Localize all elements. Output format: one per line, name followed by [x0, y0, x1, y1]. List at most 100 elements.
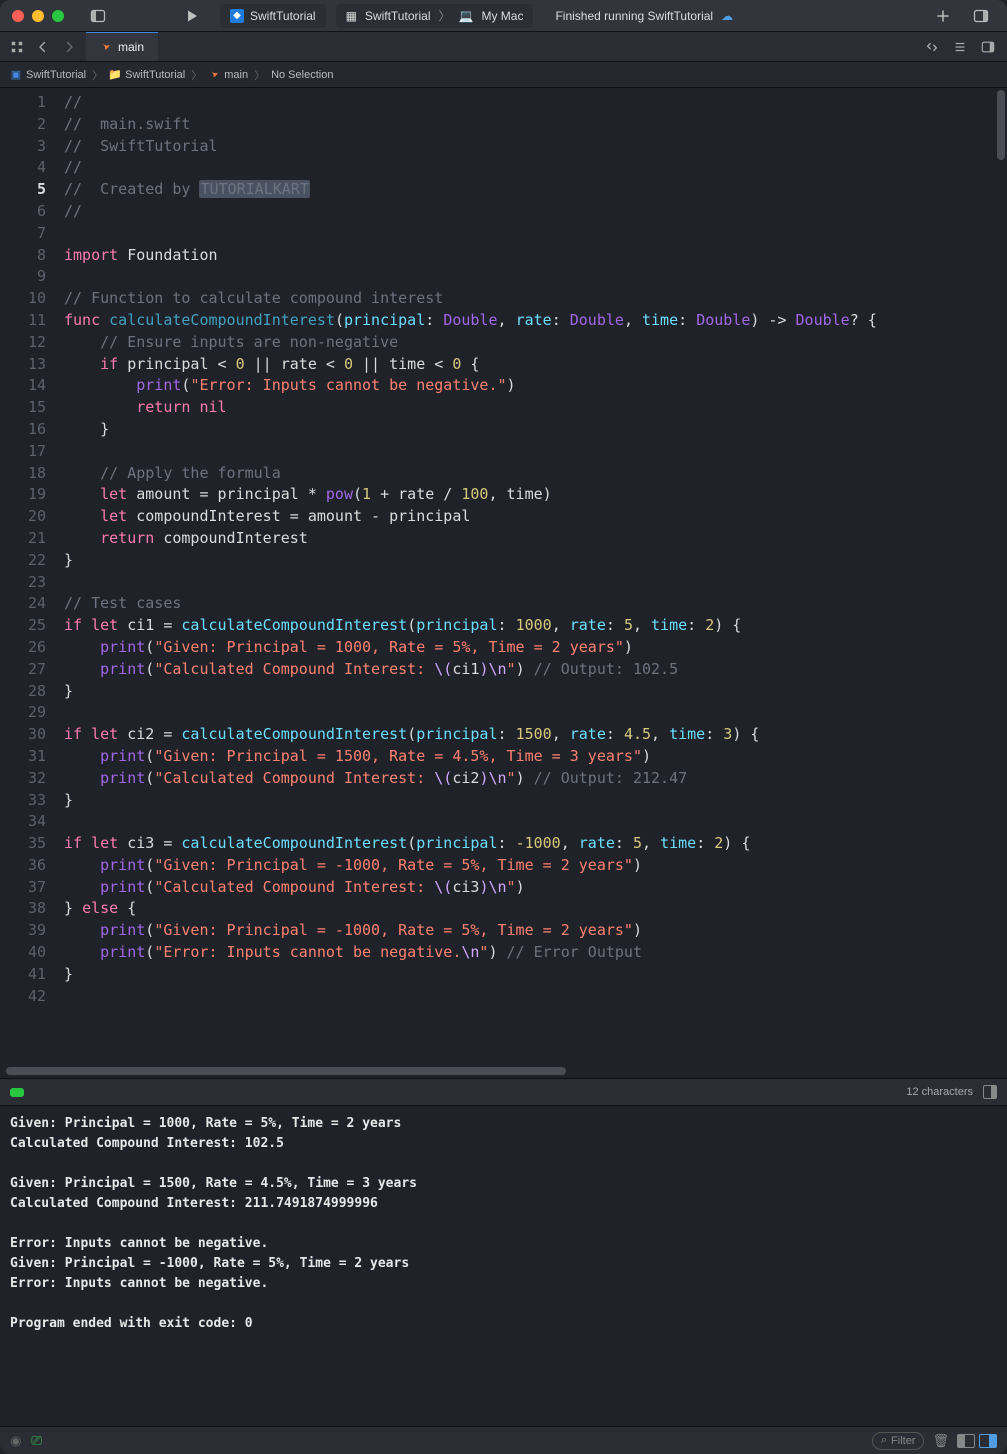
code-line[interactable]: // Test cases	[64, 593, 997, 615]
console-output[interactable]: Given: Principal = 1000, Rate = 5%, Time…	[0, 1106, 1007, 1426]
code-line[interactable]: // Ensure inputs are non-negative	[64, 332, 997, 354]
horizontal-scrollbar-track[interactable]	[0, 1064, 1007, 1078]
breadcrumb-selection[interactable]: No Selection	[271, 69, 333, 81]
code-line[interactable]	[64, 986, 997, 1008]
code-line[interactable]	[64, 441, 997, 463]
line-number[interactable]: 13	[4, 354, 46, 376]
code-line[interactable]: print("Calculated Compound Interest: \(c…	[64, 877, 997, 899]
code-line[interactable]: //	[64, 157, 997, 179]
add-tab-button[interactable]	[929, 5, 957, 27]
line-number[interactable]: 4	[4, 157, 46, 179]
breadcrumb-file[interactable]: main	[208, 69, 248, 81]
code-line[interactable]: print("Calculated Compound Interest: \(c…	[64, 768, 997, 790]
code-line[interactable]	[64, 572, 997, 594]
code-line[interactable]	[64, 811, 997, 833]
line-number[interactable]: 37	[4, 877, 46, 899]
code-line[interactable]: if let ci1 = calculateCompoundInterest(p…	[64, 615, 997, 637]
line-number[interactable]: 31	[4, 746, 46, 768]
variables-view-icon[interactable]: ⎚	[31, 1433, 41, 1449]
code-line[interactable]: func calculateCompoundInterest(principal…	[64, 310, 997, 332]
line-number[interactable]: 20	[4, 506, 46, 528]
line-number[interactable]: 22	[4, 550, 46, 572]
code-line[interactable]: if let ci2 = calculateCompoundInterest(p…	[64, 724, 997, 746]
code-line[interactable]: print("Error: Inputs cannot be negative.…	[64, 942, 997, 964]
line-number[interactable]: 25	[4, 615, 46, 637]
line-number[interactable]: 11	[4, 310, 46, 332]
line-number[interactable]: 2	[4, 114, 46, 136]
code-line[interactable]	[64, 702, 997, 724]
code-line[interactable]: }	[64, 419, 997, 441]
line-number[interactable]: 5	[4, 179, 46, 201]
code-area[interactable]: //// main.swift// SwiftTutorial//// Crea…	[56, 88, 1007, 1064]
line-number[interactable]: 39	[4, 920, 46, 942]
tab-main[interactable]: main	[86, 32, 158, 61]
console-filter-input[interactable]: ⌕ Filter	[872, 1432, 925, 1450]
close-window-button[interactable]	[12, 10, 24, 22]
toggle-console-button[interactable]	[983, 1085, 997, 1099]
code-line[interactable]: return compoundInterest	[64, 528, 997, 550]
line-number[interactable]: 27	[4, 659, 46, 681]
line-number[interactable]: 7	[4, 223, 46, 245]
library-button[interactable]	[967, 5, 995, 27]
vertical-scrollbar[interactable]	[997, 90, 1005, 160]
line-number[interactable]: 42	[4, 986, 46, 1008]
forward-button[interactable]	[56, 33, 82, 61]
line-number[interactable]: 8	[4, 245, 46, 267]
line-number[interactable]: 29	[4, 702, 46, 724]
line-number[interactable]: 36	[4, 855, 46, 877]
line-number[interactable]: 19	[4, 484, 46, 506]
line-number[interactable]: 38	[4, 898, 46, 920]
code-line[interactable]: }	[64, 964, 997, 986]
code-line[interactable]: } else {	[64, 898, 997, 920]
quick-look-icon[interactable]: ◉	[10, 1433, 21, 1449]
scheme-selector[interactable]: ◆ SwiftTutorial	[220, 4, 326, 28]
code-line[interactable]: // SwiftTutorial	[64, 136, 997, 158]
run-button[interactable]	[178, 5, 206, 27]
clear-console-button[interactable]: 🗑	[932, 1433, 949, 1449]
line-number[interactable]: 41	[4, 964, 46, 986]
line-number[interactable]: 9	[4, 266, 46, 288]
code-line[interactable]: print("Given: Principal = -1000, Rate = …	[64, 855, 997, 877]
horizontal-scrollbar-thumb[interactable]	[6, 1067, 566, 1075]
line-number[interactable]: 35	[4, 833, 46, 855]
code-line[interactable]: return nil	[64, 397, 997, 419]
code-line[interactable]: print("Given: Principal = -1000, Rate = …	[64, 920, 997, 942]
code-line[interactable]: // main.swift	[64, 114, 997, 136]
line-number[interactable]: 16	[4, 419, 46, 441]
line-number[interactable]: 34	[4, 811, 46, 833]
code-line[interactable]: }	[64, 681, 997, 703]
breadcrumb-group[interactable]: 📁 SwiftTutorial	[109, 69, 185, 81]
minimize-window-button[interactable]	[32, 10, 44, 22]
line-number[interactable]: 18	[4, 463, 46, 485]
code-line[interactable]: print("Given: Principal = 1500, Rate = 4…	[64, 746, 997, 768]
line-number[interactable]: 14	[4, 375, 46, 397]
code-line[interactable]: let compoundInterest = amount - principa…	[64, 506, 997, 528]
toggle-console-pane[interactable]	[979, 1434, 997, 1448]
line-number[interactable]: 15	[4, 397, 46, 419]
code-line[interactable]: let amount = principal * pow(1 + rate / …	[64, 484, 997, 506]
line-number[interactable]: 21	[4, 528, 46, 550]
line-number[interactable]: 3	[4, 136, 46, 158]
line-number[interactable]: 40	[4, 942, 46, 964]
code-line[interactable]: // Created by TUTORIALKART	[64, 179, 997, 201]
code-line[interactable]: if let ci3 = calculateCompoundInterest(p…	[64, 833, 997, 855]
code-line[interactable]: // Function to calculate compound intere…	[64, 288, 997, 310]
jump-bar[interactable]: ▣ SwiftTutorial 〉 📁 SwiftTutorial 〉 main…	[0, 62, 1007, 88]
code-line[interactable]: // Apply the formula	[64, 463, 997, 485]
code-line[interactable]: import Foundation	[64, 245, 997, 267]
related-items-button[interactable]	[4, 33, 30, 61]
code-line[interactable]: print("Given: Principal = 1000, Rate = 5…	[64, 637, 997, 659]
line-number[interactable]: 30	[4, 724, 46, 746]
zoom-window-button[interactable]	[52, 10, 64, 22]
line-number[interactable]: 17	[4, 441, 46, 463]
code-line[interactable]	[64, 266, 997, 288]
code-line[interactable]: if principal < 0 || rate < 0 || time < 0…	[64, 354, 997, 376]
line-number-gutter[interactable]: 1234567891011121314151617181920212223242…	[0, 88, 56, 1064]
code-line[interactable]: //	[64, 92, 997, 114]
line-number[interactable]: 10	[4, 288, 46, 310]
line-number[interactable]: 12	[4, 332, 46, 354]
toggle-navigator-button[interactable]	[84, 5, 112, 27]
line-number[interactable]: 33	[4, 790, 46, 812]
adjust-editor-button[interactable]	[947, 33, 973, 61]
code-line[interactable]: print("Calculated Compound Interest: \(c…	[64, 659, 997, 681]
